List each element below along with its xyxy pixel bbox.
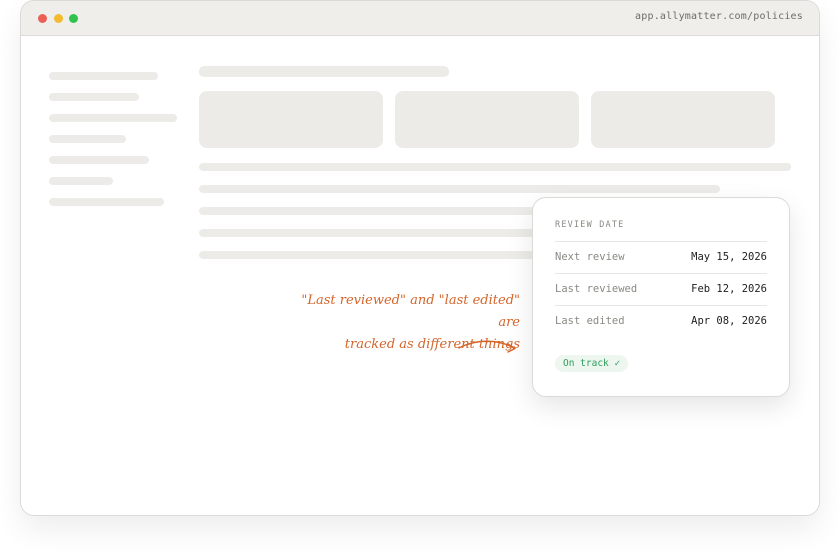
sidebar-skeleton-line: [49, 72, 158, 80]
row-value: Apr 08, 2026: [691, 315, 767, 327]
row-value: Feb 12, 2026: [691, 283, 767, 295]
sidebar-skeleton-line: [49, 198, 164, 206]
title-bar: app.allymatter.com/policies: [21, 1, 819, 36]
next-review-row: Next review May 15, 2026: [555, 241, 767, 274]
card-heading: REVIEW DATE: [555, 220, 625, 230]
content-skeleton-line: [199, 251, 539, 259]
sidebar-skeleton-line: [49, 93, 139, 101]
annotation-line: "Last reviewed" and "last edited" are: [301, 293, 520, 330]
content-skeleton-line: [199, 185, 720, 193]
url-text: app.allymatter.com/policies: [635, 11, 803, 22]
maximize-window-dot[interactable]: [69, 14, 78, 23]
sidebar-skeleton-line: [49, 177, 113, 185]
card-skeleton: [395, 91, 579, 148]
row-label: Next review: [555, 251, 625, 263]
row-label: Last reviewed: [555, 283, 638, 295]
row-label: Last edited: [555, 315, 625, 327]
card-skeleton: [591, 91, 775, 148]
sidebar-skeleton-line: [49, 114, 177, 122]
last-reviewed-row: Last reviewed Feb 12, 2026: [555, 273, 767, 306]
minimize-window-dot[interactable]: [54, 14, 63, 23]
status-badge: On track ✓: [555, 355, 629, 372]
content-skeleton-line: [199, 207, 539, 215]
last-edited-row: Last edited Apr 08, 2026: [555, 305, 767, 338]
close-window-dot[interactable]: [38, 14, 47, 23]
curved-arrow-icon: [458, 340, 516, 353]
sidebar-skeleton-line: [49, 135, 126, 143]
card-skeleton: [199, 91, 383, 148]
title-skeleton: [199, 66, 449, 77]
row-value: May 15, 2026: [691, 251, 767, 263]
content-skeleton-line: [199, 229, 539, 237]
content-skeleton-line: [199, 163, 791, 171]
review-date-card: REVIEW DATE Next review May 15, 2026 Las…: [532, 197, 790, 397]
sidebar-skeleton-line: [49, 156, 149, 164]
